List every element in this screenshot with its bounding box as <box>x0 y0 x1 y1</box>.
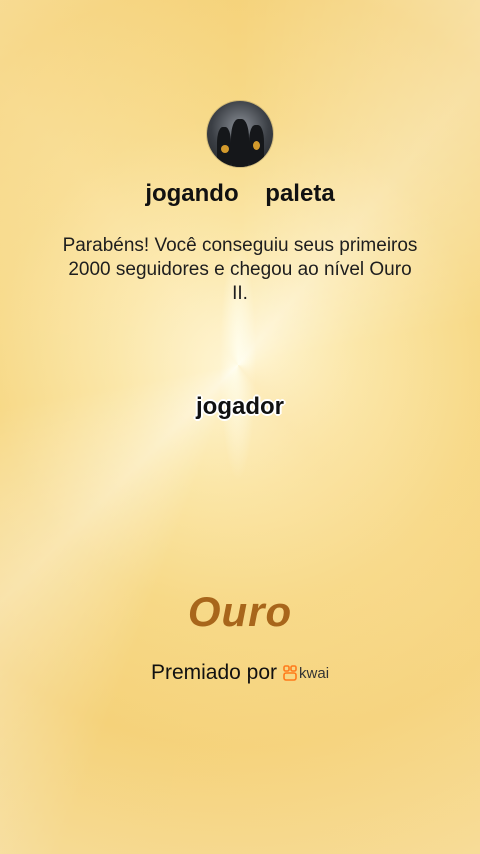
kwai-logo-icon <box>283 665 297 681</box>
awarded-by: Premiado por kwai <box>0 661 480 685</box>
avatar[interactable] <box>207 101 273 167</box>
profile-username: jogando paleta <box>145 180 335 207</box>
level-title: Ouro <box>187 588 293 635</box>
kwai-brand: kwai <box>283 665 329 682</box>
badge-label: jogador <box>196 393 284 420</box>
kwai-brand-text: kwai <box>299 664 330 682</box>
congratulation-message: Parabéns! Você conseguiu seus primeiros … <box>62 235 418 304</box>
awarded-by-label: Premiado por <box>150 661 278 684</box>
